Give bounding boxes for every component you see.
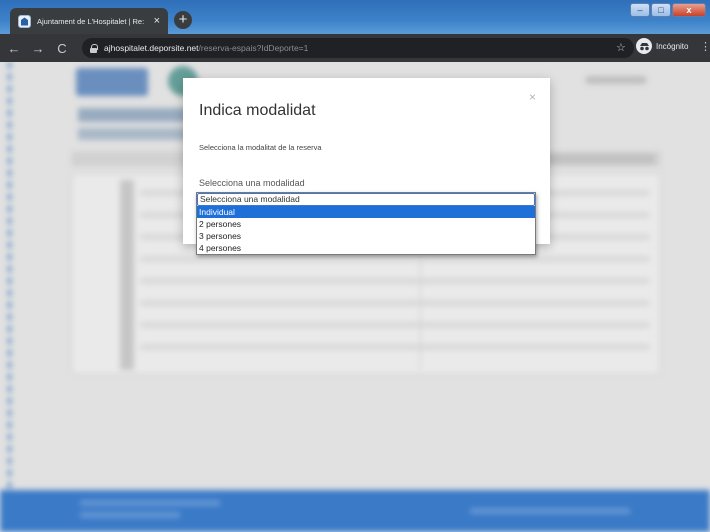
url-host: ajhospitalet.deporsite.net xyxy=(104,43,199,53)
lock-icon xyxy=(90,44,98,53)
back-arrow-icon[interactable]: ← xyxy=(4,41,24,56)
modality-option-2-persones[interactable]: 2 persones xyxy=(197,218,535,230)
incognito-indicator[interactable]: Incógnito xyxy=(636,38,688,54)
forward-arrow-icon[interactable]: → xyxy=(28,41,48,56)
reload-icon[interactable]: C xyxy=(52,41,72,56)
modality-option-individual[interactable]: Individual xyxy=(197,206,535,218)
address-bar[interactable]: ajhospitalet.deporsite.net /reserva-espa… xyxy=(82,38,634,58)
modality-select-current[interactable]: Selecciona una modalidad xyxy=(197,193,535,206)
modality-option-3-persones[interactable]: 3 persones xyxy=(197,230,535,242)
browser-menu-icon[interactable]: ⋮ xyxy=(700,40,710,53)
incognito-icon xyxy=(636,38,652,54)
modal-close-icon[interactable]: × xyxy=(529,90,536,104)
modal-subtitle: Selecciona la modalitat de la reserva xyxy=(199,143,322,152)
tab-title: Ajuntament de L'Hospitalet | Re: xyxy=(37,16,145,26)
window-controls: – □ x xyxy=(630,3,706,17)
minimize-icon[interactable]: – xyxy=(630,3,650,17)
site-favicon-icon xyxy=(18,14,31,28)
browser-tab[interactable]: Ajuntament de L'Hospitalet | Re: × xyxy=(10,8,168,34)
window-title-bar: Ajuntament de L'Hospitalet | Re: × + – □… xyxy=(0,0,710,34)
url-path: /reserva-espais?IdDeporte=1 xyxy=(198,43,309,53)
incognito-label: Incógnito xyxy=(656,41,689,51)
modality-field-label: Selecciona una modalidad xyxy=(199,178,305,188)
window-close-icon[interactable]: x xyxy=(672,3,706,17)
modal-title: Indica modalidat xyxy=(199,102,316,119)
modality-option-4-persones[interactable]: 4 persones xyxy=(197,242,535,254)
new-tab-button[interactable]: + xyxy=(174,11,192,29)
maximize-icon[interactable]: □ xyxy=(651,3,671,17)
modality-select[interactable]: Selecciona una modalidad Individual 2 pe… xyxy=(196,192,536,255)
tab-close-icon[interactable]: × xyxy=(154,15,160,27)
bookmark-star-icon[interactable]: ☆ xyxy=(616,41,626,54)
